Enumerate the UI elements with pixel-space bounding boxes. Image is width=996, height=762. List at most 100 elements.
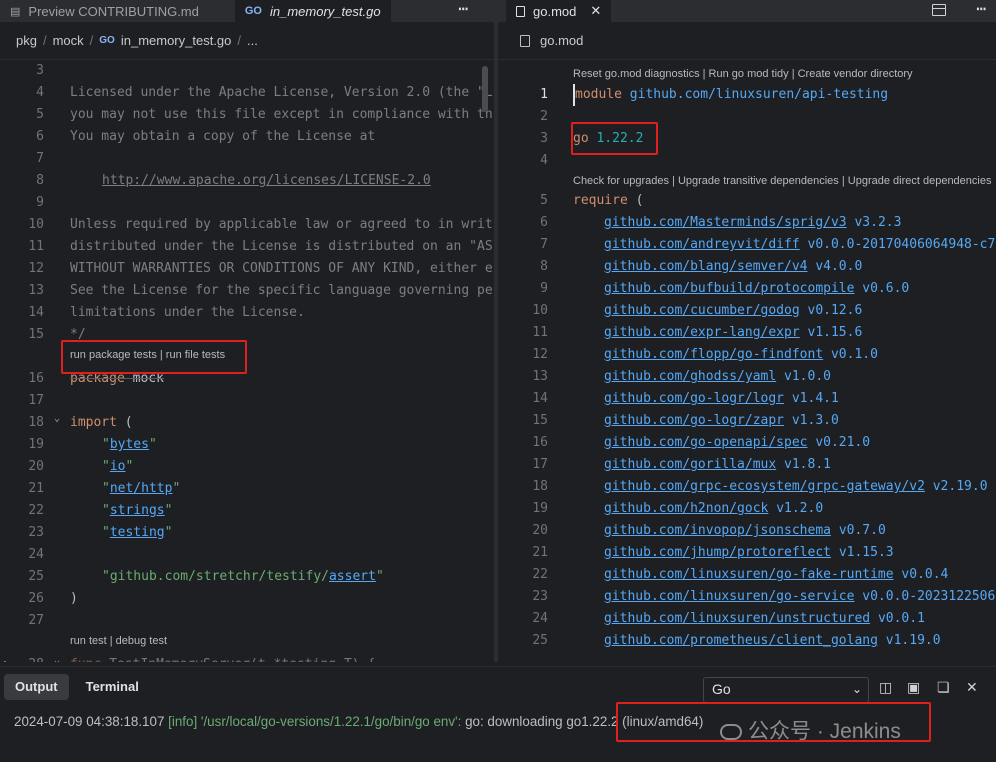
string-literal: "strings" [102, 503, 173, 518]
breadcrumb-mock[interactable]: mock [53, 33, 84, 48]
import-package[interactable]: net/http [110, 481, 173, 496]
code-lens-require[interactable]: Check for upgrades | Upgrade transitive … [573, 175, 991, 187]
line-number: 4 [36, 85, 44, 100]
run-gutter-icon[interactable]: ▷ [4, 654, 12, 662]
dependency-version: v3.2.3 [854, 215, 902, 230]
dependency-path[interactable]: github.com/prometheus/client_golang [604, 633, 878, 648]
line-number: 16 [532, 435, 548, 450]
clear-output-icon[interactable]: ❏ [937, 679, 950, 696]
line-number: 7 [36, 151, 44, 166]
dependency-path[interactable]: github.com/gorilla/mux [604, 457, 776, 472]
left-scrollbar[interactable] [482, 66, 488, 112]
line-number: 13 [532, 369, 548, 384]
tab-output[interactable]: Output [4, 674, 69, 700]
dependency-version: v1.3.0 [791, 413, 839, 428]
line-text: "github.com/stretchr/testify/assert" [102, 566, 384, 588]
dependency-path[interactable]: github.com/ghodss/yaml [604, 369, 776, 384]
chevron-down-icon[interactable]: ⌄ [54, 408, 60, 430]
dependency-version: v0.6.0 [862, 281, 910, 296]
dependency-path[interactable]: github.com/andreyvit/diff [604, 237, 800, 252]
string-literal: "bytes" [102, 437, 157, 452]
line-text: func TestInMemoryServer(t *testing.T) { [70, 654, 375, 662]
line-text: github.com/linuxsuren/go-fake-runtime v0… [604, 564, 948, 586]
code-line: 11 github.com/expr-lang/expr v1.15.6 [498, 322, 996, 344]
dependency-path[interactable]: github.com/h2non/gock [604, 501, 768, 516]
dependency-path[interactable]: github.com/linuxsuren/go-service [604, 589, 854, 604]
import-package[interactable]: strings [110, 503, 165, 518]
code-line: 27 [0, 610, 494, 632]
code-line: 12 WITHOUT WARRANTIES OR CONDITIONS OF AN… [0, 258, 494, 280]
dependency-version: v1.19.0 [885, 633, 941, 648]
license-link[interactable]: http://www.apache.org/licenses/LICENSE-2… [102, 173, 431, 188]
tab-preview-contributing[interactable]: ▤ Preview CONTRIBUTING.md [0, 0, 209, 22]
dependency-path[interactable]: github.com/Masterminds/sprig/v3 [604, 215, 847, 230]
breadcrumb-file[interactable]: go.mod [540, 33, 583, 48]
import-package[interactable]: testing [110, 525, 165, 540]
tab-in-memory-test[interactable]: GO in_memory_test.go [234, 0, 391, 22]
highlight-box-lens [61, 340, 247, 374]
import-package[interactable]: io [110, 459, 126, 474]
highlight-box-go-version [571, 122, 658, 155]
import-package[interactable]: assert [329, 569, 376, 584]
dependency-path[interactable]: github.com/expr-lang/expr [604, 325, 800, 340]
line-number: 25 [532, 633, 548, 648]
dependency-path[interactable]: github.com/grpc-ecosystem/grpc-gateway/v… [604, 479, 925, 494]
dependency-path[interactable]: github.com/invopop/jsonschema [604, 523, 831, 538]
code-line: 12 github.com/flopp/go-findfont v0.1.0 [498, 344, 996, 366]
dependency-path[interactable]: github.com/linuxsuren/unstructured [604, 611, 870, 626]
more-actions-icon[interactable]: ⋯ [976, 0, 986, 22]
split-editor-icon[interactable] [932, 4, 946, 16]
dependency-path[interactable]: github.com/go-openapi/spec [604, 435, 808, 450]
breadcrumb-pkg[interactable]: pkg [16, 33, 37, 48]
line-text: You may obtain a copy of the License at [70, 129, 376, 144]
line-text: distributed under the License is distrib… [70, 239, 493, 254]
scroll-lock-icon[interactable]: ▣ [907, 679, 920, 696]
output-log-line: 2024-07-09 04:38:18.107 [info] '/usr/loc… [14, 714, 703, 729]
dependency-path[interactable]: github.com/blang/semver/v4 [604, 259, 808, 274]
dependency-version: v0.0.0-2023122506 [862, 589, 996, 604]
breadcrumb-more[interactable]: ... [247, 33, 258, 48]
module-path: github.com/linuxsuren/api-testing [629, 87, 889, 102]
tab-go-mod[interactable]: go.mod ✕ [506, 0, 612, 22]
dependency-version: v4.0.0 [815, 259, 863, 274]
code-line: 7 [0, 148, 494, 170]
chevron-down-icon[interactable]: ⌄ [54, 650, 60, 662]
lock-icon[interactable]: ◫ [879, 679, 892, 696]
line-number: 17 [28, 393, 44, 408]
dependency-path[interactable]: github.com/flopp/go-findfont [604, 347, 823, 362]
line-number: 11 [532, 325, 548, 340]
dependency-path[interactable]: github.com/go-logr/logr [604, 391, 784, 406]
dependency-path[interactable]: github.com/linuxsuren/go-fake-runtime [604, 567, 894, 582]
dependency-path[interactable]: github.com/go-logr/zapr [604, 413, 784, 428]
code-lens-run-test[interactable]: run test | debug test [70, 635, 167, 647]
line-text: "net/http" [102, 478, 180, 500]
line-text: "io" [102, 456, 133, 478]
code-lens-module[interactable]: Reset go.mod diagnostics | Run go mod ti… [573, 68, 913, 80]
output-channel-select[interactable]: Go ⌄ [703, 677, 869, 703]
code-line: 22 github.com/linuxsuren/go-fake-runtime … [498, 564, 996, 586]
dependency-path[interactable]: github.com/bufbuild/protocompile [604, 281, 854, 296]
code-line: 17 [0, 390, 494, 412]
code-line: 4 Licensed under the Apache License, Vers… [0, 82, 494, 104]
tab-terminal[interactable]: Terminal [75, 674, 150, 700]
close-panel-icon[interactable]: ✕ [966, 679, 978, 696]
breadcrumb: go.mod [498, 22, 996, 60]
line-text: "testing" [102, 522, 172, 544]
go-file-icon: GO [244, 5, 262, 17]
import-package[interactable]: bytes [110, 437, 149, 452]
line-text: github.com/cucumber/godog v0.12.6 [604, 300, 862, 322]
more-actions-icon[interactable]: ⋯ [458, 0, 468, 22]
close-icon[interactable]: ✕ [590, 3, 601, 19]
line-text: github.com/andreyvit/diff v0.0.0-2017040… [604, 234, 995, 256]
dependency-version: v0.0.4 [901, 567, 949, 582]
line-number: 6 [540, 215, 548, 230]
line-text: github.com/go-logr/logr v1.4.1 [604, 388, 839, 410]
line-text: github.com/blang/semver/v4 v4.0.0 [604, 256, 862, 278]
dependency-version: v2.19.0 [932, 479, 988, 494]
dependency-path[interactable]: github.com/cucumber/godog [604, 303, 800, 318]
dependency-path[interactable]: github.com/jhump/protoreflect [604, 545, 831, 560]
code-line: 21 "net/http" [0, 478, 494, 500]
dependency-version: v0.12.6 [807, 303, 863, 318]
code-line: 14 limitations under the License. [0, 302, 494, 324]
breadcrumb-file[interactable]: in_memory_test.go [121, 33, 232, 48]
